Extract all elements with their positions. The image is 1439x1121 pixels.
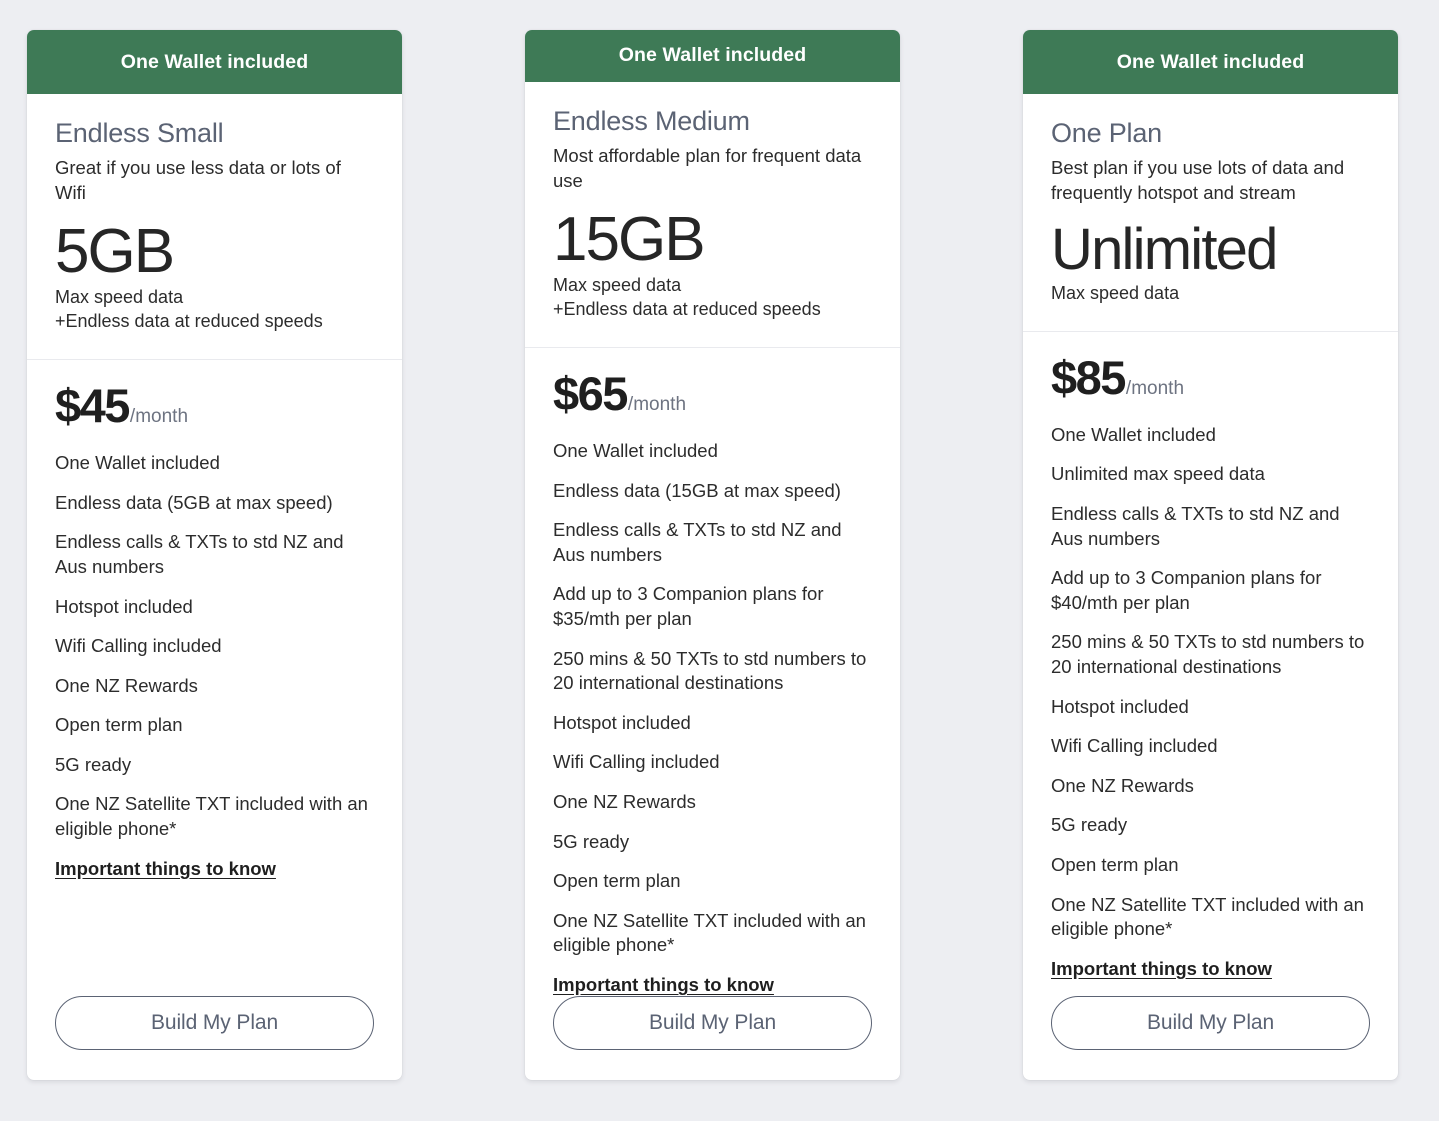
plan-price-row: $45 /month (55, 382, 374, 429)
plan-footer: Build My Plan (1023, 996, 1398, 1080)
feature-item: Open term plan (553, 870, 681, 892)
feature-item: Endless data (5GB at max speed) (55, 491, 333, 513)
plan-data-amount: 5GB (55, 217, 175, 287)
feature-item: One NZ Satellite TXT included with an el… (1051, 893, 1364, 940)
feature-item: 5G ready (553, 830, 630, 852)
plan-footer: Build My Plan (27, 996, 402, 1080)
plan-title: Endless Medium (553, 105, 750, 136)
plan-title: One Plan (1051, 118, 1162, 148)
important-things-to-know-link[interactable]: Important things to know (1051, 958, 1370, 980)
feature-item: One NZ Satellite TXT included with an el… (55, 793, 368, 840)
feature-item: Endless calls & TXTs to std NZ and Aus n… (1051, 503, 1340, 549)
plan-data-block: 5GB Max speed data +Endless data at redu… (55, 219, 374, 333)
plan-footer: Build My Plan (525, 996, 900, 1080)
plan-feature-list: One Wallet included Unlimited max speed d… (1051, 423, 1370, 957)
feature-item: Hotspot included (553, 711, 691, 733)
feature-item: Endless data (15GB at max speed) (553, 479, 841, 501)
pricing-plans-grid: One Wallet included Endless Small Great … (0, 0, 1439, 1080)
plan-card: One Wallet included Endless Medium Most … (525, 30, 900, 1080)
build-my-plan-button[interactable]: Build My Plan (1051, 996, 1370, 1050)
plan-price: $85 (1051, 350, 1126, 404)
feature-item: 250 mins & 50 TXTs to std numbers to 20 … (1051, 631, 1365, 678)
plan-price: $65 (553, 367, 628, 421)
plan-data-amount: Unlimited (1051, 217, 1278, 283)
feature-item: Hotspot included (55, 595, 193, 617)
important-things-to-know-link[interactable]: Important things to know (55, 858, 374, 880)
plan-feature-list: One Wallet included Endless data (5GB at … (55, 451, 374, 857)
feature-item: One NZ Rewards (553, 791, 696, 813)
plan-summary-section: Endless Small Great if you use less data… (27, 94, 402, 361)
plan-details-section: $65 /month One Wallet included Endless da… (525, 348, 900, 996)
feature-item: Add up to 3 Companion plans for $35/mth … (553, 583, 824, 630)
feature-item: One NZ Rewards (1051, 774, 1194, 796)
plan-card: One Wallet included One Plan Best plan i… (1023, 30, 1398, 1080)
plan-description: Great if you use less data or lots of Wi… (55, 157, 341, 204)
plan-feature-list: One Wallet included Endless data (15GB at… (553, 439, 872, 973)
feature-item: Add up to 3 Companion plans for $40/mth … (1051, 567, 1322, 613)
feature-item: Wifi Calling included (1051, 735, 1218, 757)
build-my-plan-button[interactable]: Build My Plan (553, 996, 872, 1050)
plan-banner: One Wallet included (1023, 30, 1398, 94)
data-sub-primary: Max speed data (553, 275, 682, 296)
plan-summary-section: One Plan Best plan if you use lots of da… (1023, 94, 1398, 332)
feature-item: One Wallet included (553, 440, 718, 462)
plan-price-row: $85 /month (1051, 354, 1370, 401)
feature-item: Open term plan (55, 714, 183, 736)
plan-data-amount: 15GB (553, 205, 706, 275)
plan-summary-section: Endless Medium Most affordable plan for … (525, 82, 900, 349)
plan-details-section: $45 /month One Wallet included Endless da… (27, 360, 402, 996)
important-things-to-know-link[interactable]: Important things to know (553, 974, 872, 996)
feature-item: Unlimited max speed data (1051, 463, 1265, 485)
plan-data-block: 15GB Max speed data +Endless data at red… (553, 207, 872, 321)
feature-item: Hotspot included (1051, 695, 1189, 717)
plan-price: $45 (55, 379, 130, 433)
plan-description: Best plan if you use lots of data and fr… (1051, 157, 1345, 204)
plan-price-row: $65 /month (553, 370, 872, 417)
plan-card: One Wallet included Endless Small Great … (27, 30, 402, 1080)
data-sub-secondary: +Endless data at reduced speeds (553, 299, 821, 320)
plan-price-period: /month (627, 394, 687, 416)
build-my-plan-button[interactable]: Build My Plan (55, 996, 374, 1050)
plan-price-period: /month (1125, 377, 1185, 399)
feature-item: Wifi Calling included (553, 751, 720, 773)
feature-item: One NZ Satellite TXT included with an el… (553, 909, 866, 956)
plan-description: Most affordable plan for frequent data u… (553, 145, 862, 192)
feature-item: Wifi Calling included (55, 635, 222, 657)
feature-item: Open term plan (1051, 853, 1179, 875)
plan-details-section: $85 /month One Wallet included Unlimited … (1023, 332, 1398, 996)
feature-item: 250 mins & 50 TXTs to std numbers to 20 … (553, 647, 867, 694)
feature-item: 5G ready (1051, 814, 1128, 836)
plan-title: Endless Small (55, 118, 224, 148)
feature-item: 5G ready (55, 753, 132, 775)
feature-item: Endless calls & TXTs to std NZ and Aus n… (55, 531, 344, 577)
plan-price-period: /month (129, 406, 189, 428)
plan-banner: One Wallet included (27, 30, 402, 94)
feature-item: One NZ Rewards (55, 674, 198, 696)
data-sub-secondary: +Endless data at reduced speeds (55, 311, 323, 332)
feature-item: Endless calls & TXTs to std NZ and Aus n… (553, 519, 842, 565)
data-sub-primary: Max speed data (1051, 282, 1180, 303)
feature-item: One Wallet included (55, 452, 220, 474)
feature-item: One Wallet included (1051, 423, 1216, 445)
data-sub-primary: Max speed data (55, 287, 184, 308)
plan-data-block: Unlimited Max speed data (1051, 219, 1370, 305)
plan-banner: One Wallet included (525, 30, 900, 82)
